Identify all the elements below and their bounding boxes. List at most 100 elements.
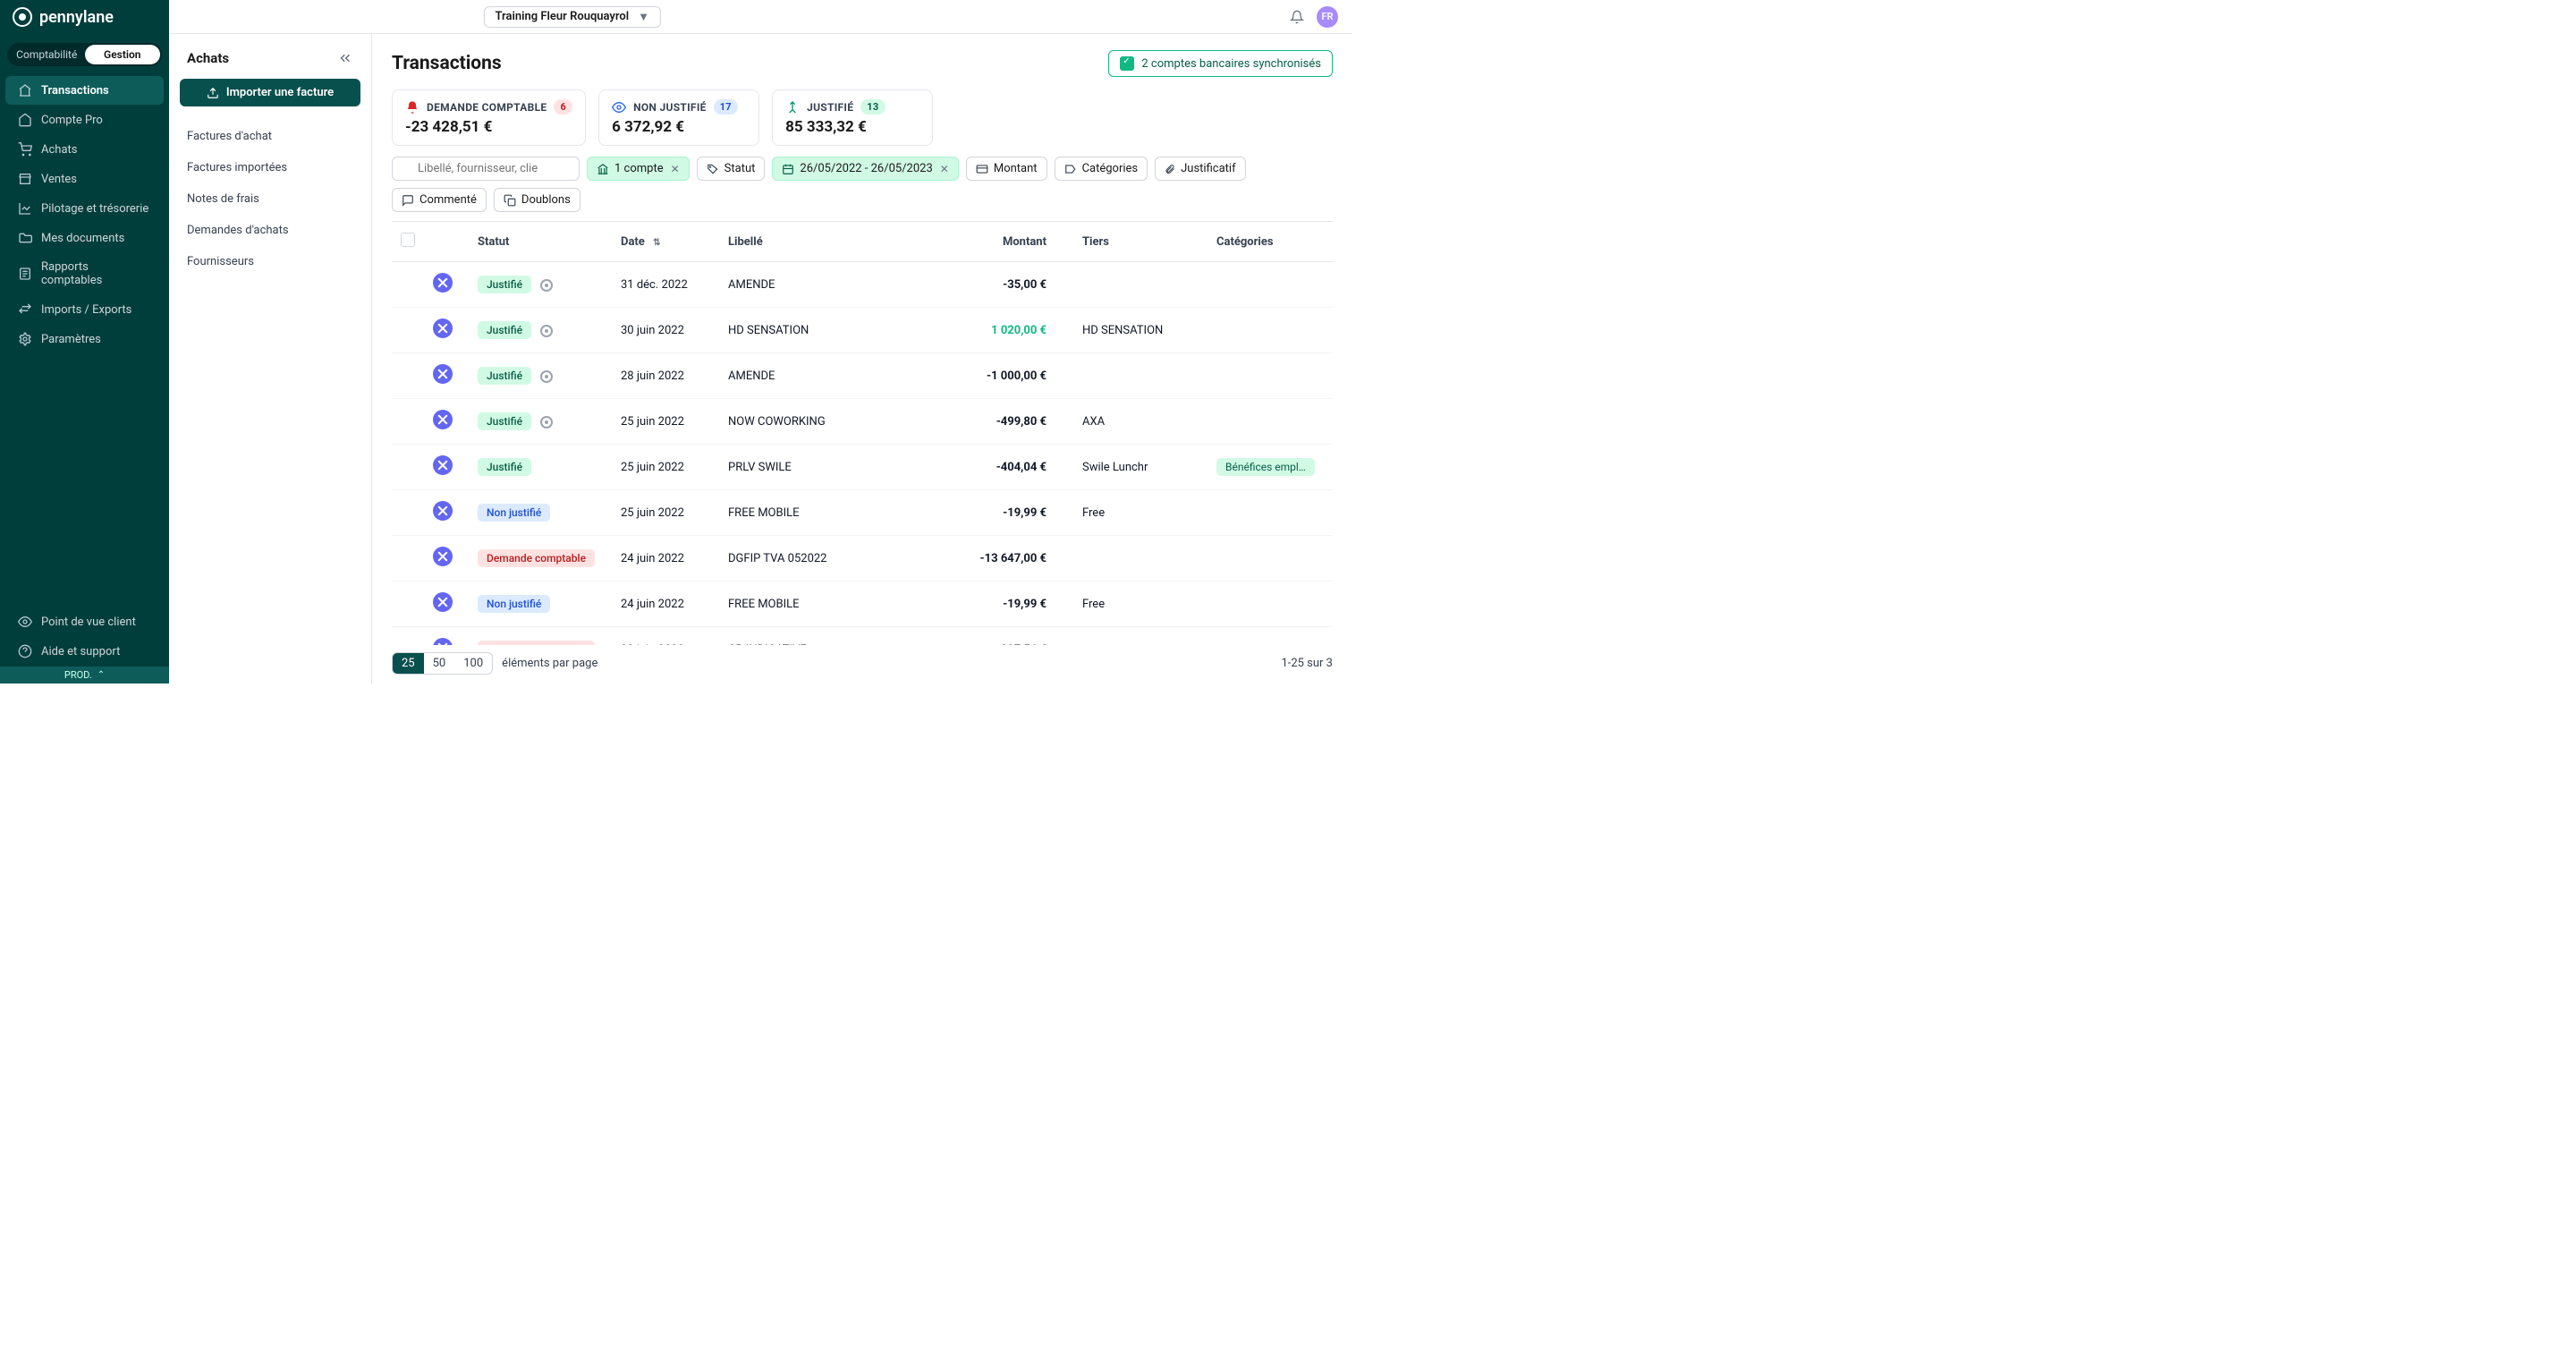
sidebar-item-compte-pro[interactable]: Compte Pro <box>5 106 164 134</box>
table-row[interactable]: Justifié28 juin 2022AMENDE-1 000,00 € <box>392 353 1333 399</box>
sub-sidebar: Achats Importer une facture Factures d'a… <box>169 34 372 684</box>
sub-item-notes-de-frais[interactable]: Notes de frais <box>169 183 371 215</box>
company-selector[interactable]: Training Fleur Rouquayrol ▼ <box>484 6 662 28</box>
filter-doublons[interactable]: Doublons <box>494 188 580 212</box>
chart-icon <box>18 201 32 216</box>
page-size-100[interactable]: 100 <box>454 653 492 674</box>
status-badge: Justifié <box>478 276 531 293</box>
source-icon <box>433 547 453 566</box>
status-card[interactable]: JUSTIFIÉ1385 333,32 € <box>772 89 933 146</box>
col-tiers[interactable]: Tiers <box>1055 222 1208 262</box>
filter-categories[interactable]: Catégories <box>1055 157 1148 181</box>
collapse-icon[interactable] <box>337 50 353 66</box>
status-badge: Non justifié <box>478 504 550 522</box>
bank-icon <box>597 163 609 175</box>
mode-comptabilite[interactable]: Comptabilité <box>9 45 85 64</box>
sub-item-fournisseurs[interactable]: Fournisseurs <box>169 246 371 277</box>
filter-statut[interactable]: Statut <box>697 157 766 181</box>
mode-gestion[interactable]: Gestion <box>85 45 161 64</box>
col-libelle[interactable]: Libellé <box>719 222 930 262</box>
merge-icon <box>785 100 800 115</box>
col-date[interactable]: Date ⇅ <box>612 222 719 262</box>
sync-accounts-button[interactable]: 2 comptes bancaires synchronisés <box>1108 50 1333 77</box>
col-categories[interactable]: Catégories <box>1208 222 1333 262</box>
count-badge: 6 <box>554 99 572 115</box>
source-icon <box>433 638 453 645</box>
mode-toggle: Comptabilité Gestion <box>7 43 162 66</box>
filter-justificatif[interactable]: Justificatif <box>1155 157 1245 181</box>
filter-commente[interactable]: Commenté <box>392 188 487 212</box>
sidebar-item-param-tres[interactable]: Paramètres <box>5 325 164 353</box>
sidebar-item-achats[interactable]: Achats <box>5 135 164 164</box>
sidebar-item-ventes[interactable]: Ventes <box>5 165 164 193</box>
help-icon <box>18 644 32 658</box>
status-badge: Demande comptable <box>478 549 595 567</box>
sidebar: pennylane Comptabilité Gestion Transacti… <box>0 34 169 684</box>
source-icon <box>433 592 453 612</box>
status-badge: Justifié <box>478 321 531 339</box>
card-icon <box>976 163 988 175</box>
import-invoice-button[interactable]: Importer une facture <box>180 79 360 106</box>
page-size-25[interactable]: 25 <box>393 653 424 674</box>
bell-alert-icon <box>405 100 419 115</box>
bell-icon[interactable] <box>1290 10 1304 24</box>
sidebar-item-mes-documents[interactable]: Mes documents <box>5 224 164 252</box>
source-icon <box>433 273 453 293</box>
target-icon <box>540 325 553 337</box>
upload-icon <box>207 87 219 99</box>
table-row[interactable]: Non justifié25 juin 2022FREE MOBILE-19,9… <box>392 490 1333 536</box>
target-icon <box>540 416 553 429</box>
close-icon[interactable]: ✕ <box>671 163 680 175</box>
table-row[interactable]: Justifié25 juin 2022PRLV SWILE-404,04 €S… <box>392 445 1333 490</box>
status-card[interactable]: DEMANDE COMPTABLE6-23 428,51 € <box>392 89 586 146</box>
page-size-label: éléments par page <box>502 657 597 670</box>
filter-montant[interactable]: Montant <box>966 157 1047 181</box>
sidebar-item-imports-exports[interactable]: Imports / Exports <box>5 295 164 324</box>
copy-icon <box>504 194 516 207</box>
avatar[interactable]: FR <box>1317 6 1338 28</box>
pagination: 2550100 éléments par page 1-25 sur 3 <box>392 645 1333 684</box>
source-icon <box>433 455 453 475</box>
gear-icon <box>18 332 32 346</box>
main-content: Transactions 2 comptes bancaires synchro… <box>372 34 1352 684</box>
status-badge: Justifié <box>478 367 531 385</box>
env-badge: PROD. ⌃ <box>0 667 169 684</box>
table-row[interactable]: Demande comptable23 juin 2022CB INDICATI… <box>392 627 1333 646</box>
sidebar-item-transactions[interactable]: Transactions <box>5 76 164 105</box>
source-icon <box>433 318 453 338</box>
table-row[interactable]: Justifié30 juin 2022HD SENSATION1 020,00… <box>392 308 1333 353</box>
tag-icon <box>707 163 719 175</box>
close-icon[interactable]: ✕ <box>940 163 949 175</box>
logo-icon <box>13 7 32 27</box>
status-card[interactable]: NON JUSTIFIÉ176 372,92 € <box>598 89 759 146</box>
source-icon <box>433 501 453 521</box>
table-row[interactable]: Non justifié24 juin 2022FREE MOBILE-19,9… <box>392 582 1333 627</box>
search-input[interactable] <box>392 157 580 181</box>
count-badge: 13 <box>860 99 885 115</box>
sub-item-factures-d-achat[interactable]: Factures d'achat <box>169 121 371 152</box>
sidebar-item-aide-et-support[interactable]: Aide et support <box>5 637 164 666</box>
page-title: Transactions <box>392 53 502 74</box>
sub-item-demandes-d-achats[interactable]: Demandes d'achats <box>169 215 371 246</box>
table-row[interactable]: Justifié31 déc. 2022AMENDE-35,00 € <box>392 262 1333 308</box>
filter-date[interactable]: 26/05/2022 - 26/05/2023 ✕ <box>772 157 958 181</box>
col-montant[interactable]: Montant <box>930 222 1055 262</box>
target-icon <box>540 370 553 383</box>
table-row[interactable]: Demande comptable24 juin 2022DGFIP TVA 0… <box>392 536 1333 582</box>
status-badge: Non justifié <box>478 595 550 613</box>
table-row[interactable]: Justifié25 juin 2022NOW COWORKING-499,80… <box>392 399 1333 445</box>
col-statut[interactable]: Statut <box>469 222 612 262</box>
sidebar-item-point-de-vue-client[interactable]: Point de vue client <box>5 607 164 636</box>
shield-check-icon <box>1120 56 1134 71</box>
page-range: 1-25 sur 3 <box>1281 657 1333 670</box>
sidebar-item-rapports-comptables[interactable]: Rapports comptables <box>5 253 164 294</box>
select-all-checkbox[interactable] <box>401 233 415 247</box>
sub-item-factures-import-es[interactable]: Factures importées <box>169 152 371 183</box>
sidebar-item-pilotage-et-tr-sorerie[interactable]: Pilotage et trésorerie <box>5 194 164 223</box>
source-icon <box>433 364 453 384</box>
filter-account[interactable]: 1 compte ✕ <box>587 157 690 181</box>
source-icon <box>433 410 453 429</box>
page-size-50[interactable]: 50 <box>424 653 455 674</box>
eye-icon <box>18 615 32 629</box>
store-icon <box>18 172 32 186</box>
